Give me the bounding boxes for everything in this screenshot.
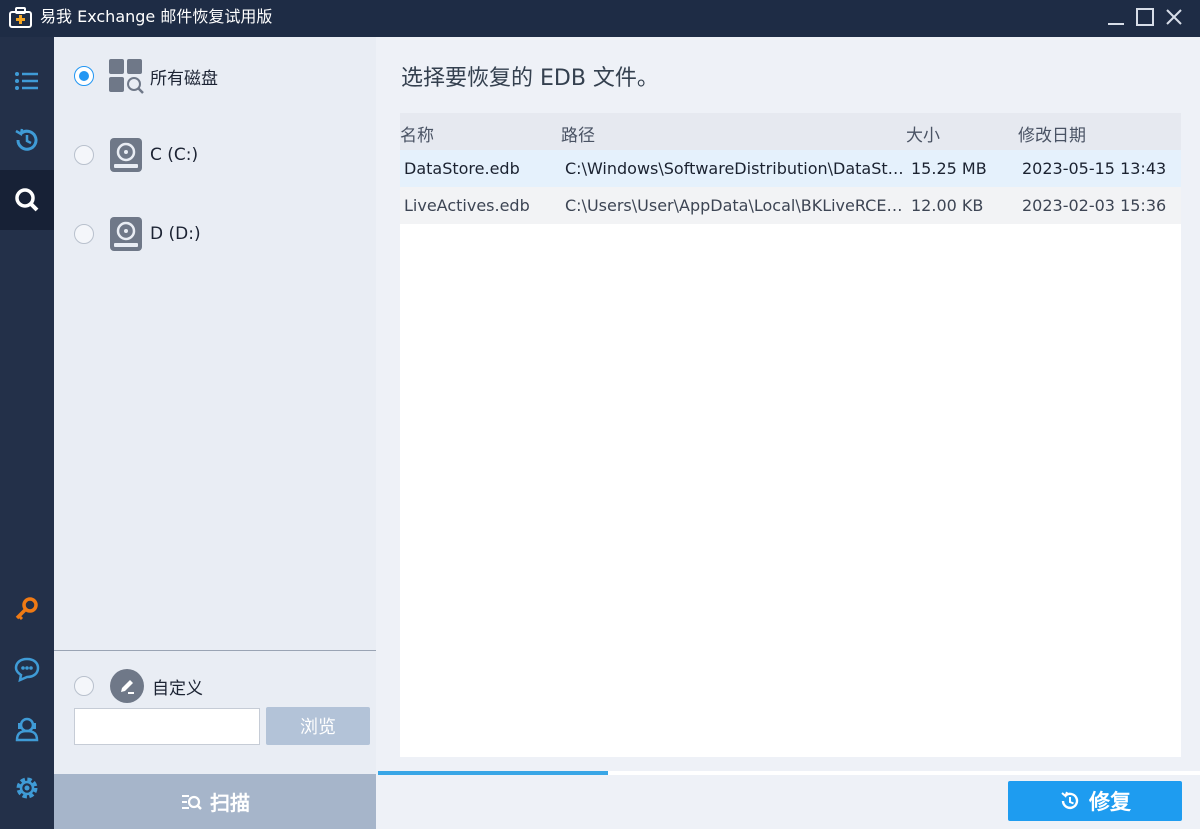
first-aid-kit-icon (9, 7, 32, 28)
cell-size: 12.00 KB (911, 196, 984, 215)
cell-path: C:\Windows\SoftwareDistribution\DataStor… (565, 159, 905, 178)
page-title: 选择要恢复的 EDB 文件。 (401, 66, 659, 91)
pencil-icon (110, 669, 144, 703)
cell-name: LiveActives.edb (404, 196, 530, 215)
drive-label-d: D (D:) (150, 224, 201, 244)
column-header-path[interactable]: 路径 (561, 121, 595, 146)
rail-item-chat[interactable] (0, 639, 54, 699)
repair-label: 修复 (1089, 790, 1131, 814)
radio-custom[interactable] (74, 676, 94, 696)
rail-item-key[interactable] (0, 579, 54, 639)
cell-size: 15.25 MB (911, 159, 987, 178)
cell-path: C:\Users\User\AppData\Local\BKLiveRCE\Li… (565, 196, 905, 215)
column-header-name[interactable]: 名称 (400, 121, 434, 146)
history-icon (15, 128, 38, 151)
hard-drive-icon (110, 217, 142, 251)
key-icon (15, 597, 38, 621)
hard-drive-icon (110, 138, 142, 172)
window-title: 易我 Exchange 邮件恢复试用版 (40, 7, 273, 26)
title-bar: 易我 Exchange 邮件恢复试用版 (0, 0, 1200, 37)
custom-location-option[interactable]: 自定义 (74, 668, 203, 704)
edb-file-table: 名称 路径 大小 修改日期 DataStore.edb C:\Windows\S… (400, 113, 1181, 757)
drive-option-c[interactable]: C (C:) (74, 137, 198, 173)
scan-label: 扫描 (210, 791, 250, 815)
table-row[interactable]: LiveActives.edb C:\Users\User\AppData\Lo… (400, 187, 1181, 224)
cell-date: 2023-05-15 13:43 (1022, 159, 1167, 178)
cell-name: DataStore.edb (404, 159, 520, 178)
minimize-icon[interactable] (1105, 6, 1127, 28)
scan-progress-bar (378, 771, 1200, 775)
nav-rail (0, 37, 54, 829)
drive-option-d[interactable]: D (D:) (74, 216, 201, 252)
table-header: 名称 路径 大小 修改日期 (400, 113, 1181, 150)
scan-icon (182, 794, 202, 810)
drive-option-all[interactable]: 所有磁盘 (74, 58, 218, 94)
radio-all-disks[interactable] (74, 66, 94, 86)
custom-path-input[interactable] (74, 708, 260, 745)
grid-search-icon (109, 59, 144, 94)
radio-drive-d[interactable] (74, 224, 94, 244)
restore-icon (1061, 791, 1079, 810)
browse-button[interactable]: 浏览 (266, 707, 370, 745)
gear-icon (16, 777, 38, 799)
column-header-date[interactable]: 修改日期 (1018, 121, 1086, 146)
repair-button[interactable]: 修复 (1008, 781, 1182, 821)
scan-progress-fill (378, 771, 609, 775)
table-row[interactable]: DataStore.edb C:\Windows\SoftwareDistrib… (400, 150, 1181, 187)
support-icon (15, 717, 39, 742)
drive-label-all: 所有磁盘 (150, 68, 218, 89)
rail-item-list[interactable] (0, 51, 54, 111)
rail-item-settings[interactable] (0, 758, 54, 818)
list-icon (15, 72, 38, 90)
chat-icon (14, 657, 40, 683)
rail-item-support[interactable] (0, 699, 54, 759)
scan-button[interactable]: 扫描 (54, 774, 376, 829)
rail-item-search[interactable] (0, 170, 54, 230)
maximize-icon[interactable] (1134, 6, 1156, 28)
column-header-size[interactable]: 大小 (906, 121, 940, 146)
radio-drive-c[interactable] (74, 145, 94, 165)
close-icon[interactable] (1163, 6, 1185, 28)
search-icon (15, 188, 39, 212)
drive-label-c: C (C:) (150, 145, 199, 165)
cell-date: 2023-02-03 15:36 (1022, 196, 1167, 215)
rail-item-history[interactable] (0, 110, 54, 170)
custom-label: 自定义 (152, 678, 203, 699)
panel-divider (54, 650, 376, 651)
